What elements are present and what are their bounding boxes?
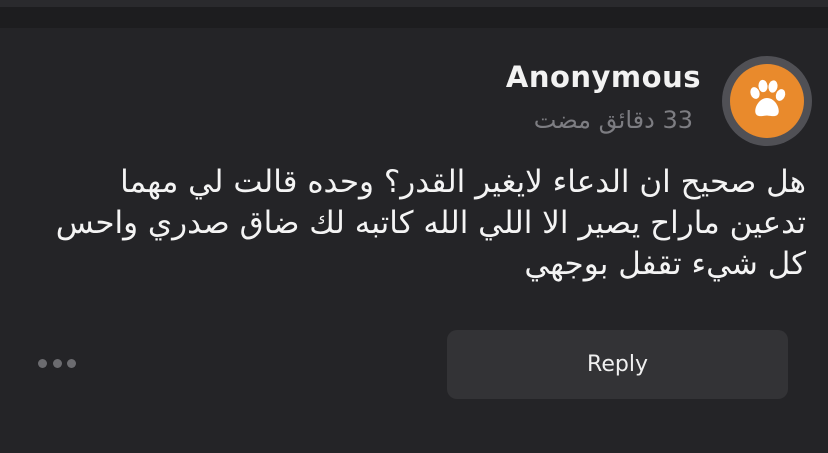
paw-icon bbox=[750, 79, 786, 117]
post-message: هل صحيح ان الدعاء لايغير القدر؟ وحده قال… bbox=[55, 164, 806, 282]
more-options-icon[interactable] bbox=[38, 356, 76, 370]
post-timestamp: 33 دقائق مضت bbox=[533, 106, 693, 134]
top-divider bbox=[0, 0, 828, 7]
author-name: Anonymous bbox=[505, 60, 701, 94]
avatar-circle bbox=[730, 64, 804, 138]
avatar[interactable] bbox=[722, 56, 812, 146]
dot bbox=[52, 358, 62, 368]
dot bbox=[38, 358, 47, 368]
dot bbox=[67, 358, 76, 368]
reply-button[interactable]: Reply bbox=[447, 330, 788, 399]
